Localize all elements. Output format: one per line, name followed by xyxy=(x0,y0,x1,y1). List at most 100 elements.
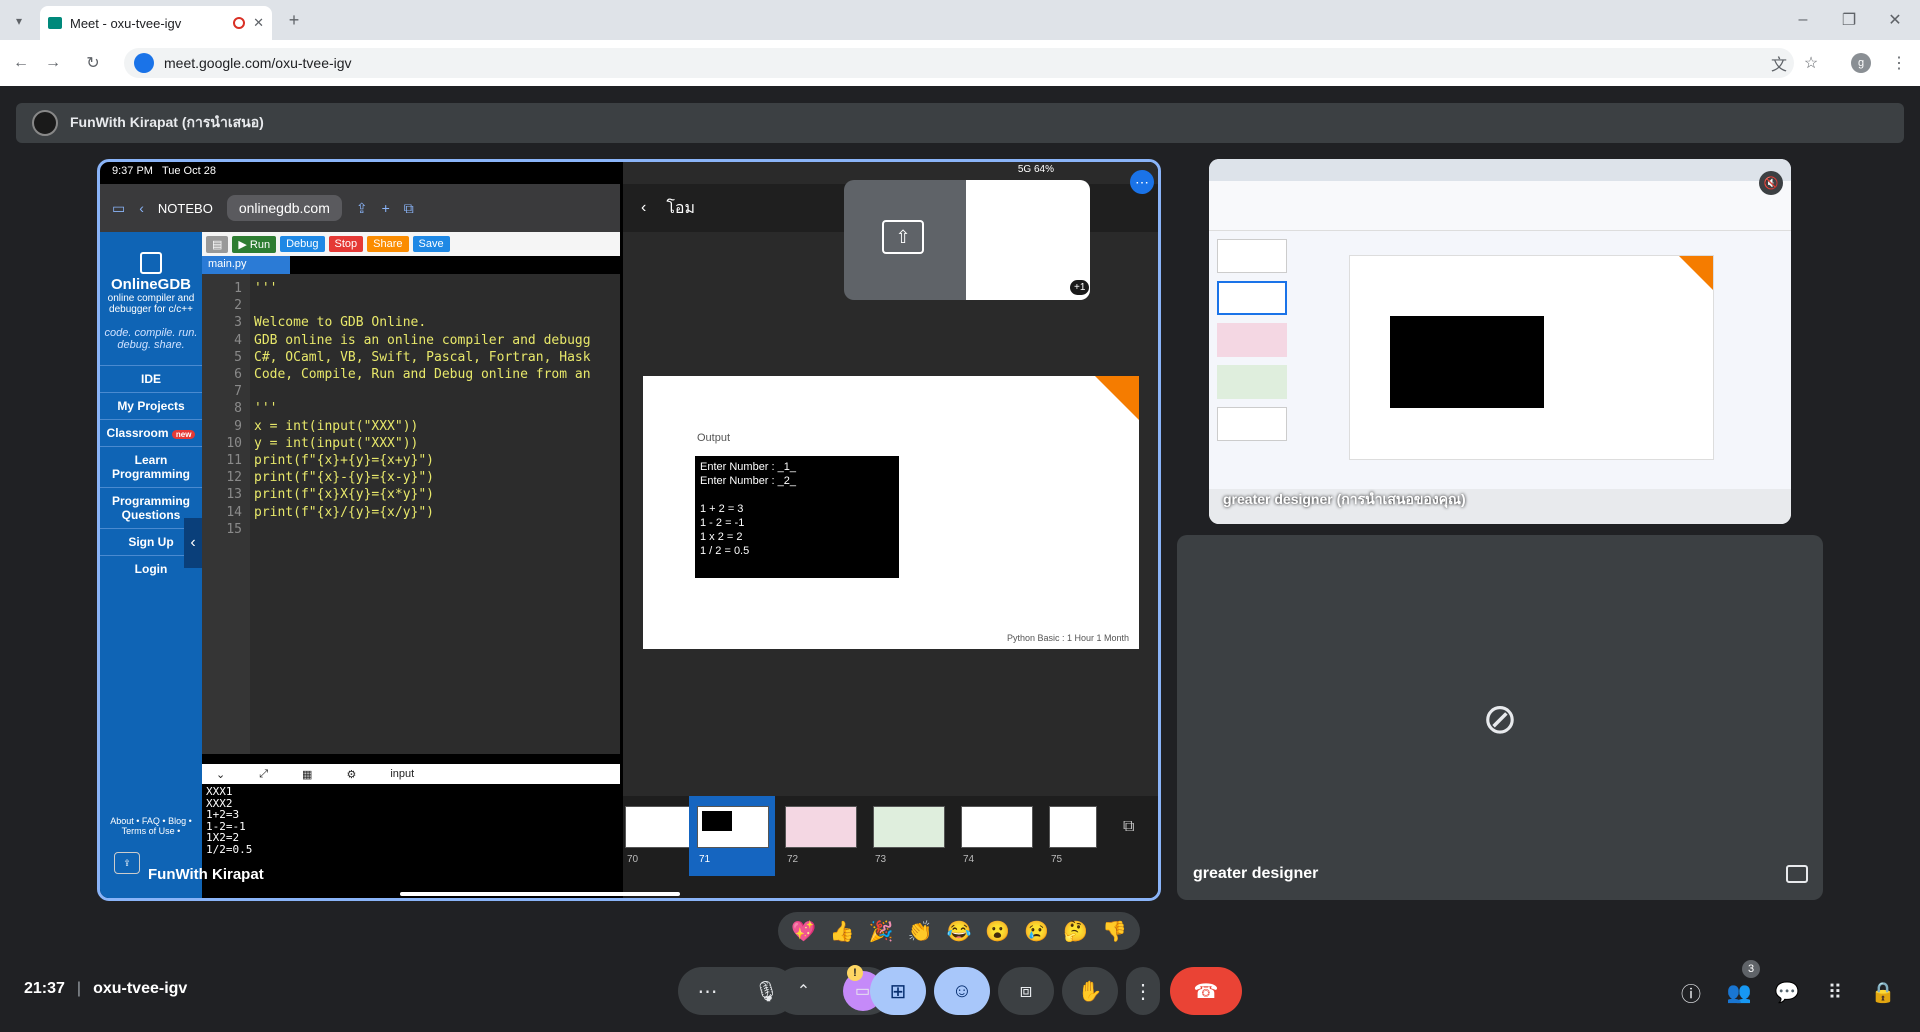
recording-indicator-icon xyxy=(233,17,246,29)
leave-call-button[interactable]: ☎ xyxy=(1170,967,1242,1015)
slide-thumbnail[interactable] xyxy=(785,806,857,848)
reaction-laugh-button[interactable]: 😂 xyxy=(946,919,971,944)
forward-icon[interactable]: → xyxy=(40,50,66,76)
slide-filmstrip: 70 71 72 73 74 75 ⧉ xyxy=(623,796,1158,898)
meeting-clock: 21:37 xyxy=(24,980,65,997)
screen-share-tile[interactable]: 🔇 greater designer (การนำเสนอของคุณ) xyxy=(1209,159,1791,524)
back-icon[interactable]: ← xyxy=(8,50,34,76)
new-tab-icon[interactable]: + xyxy=(382,200,390,216)
safari-tab-chip[interactable]: NOTEBO xyxy=(158,201,213,216)
gdb-nav-ide[interactable]: IDE xyxy=(100,365,202,392)
share-icon[interactable]: ⇪ xyxy=(356,200,368,217)
reaction-heart-button[interactable]: 💖 xyxy=(791,919,816,944)
slide-thumbnail[interactable] xyxy=(1049,806,1097,848)
meeting-details-icon[interactable]: ⓘ xyxy=(1675,978,1707,1006)
people-icon[interactable]: 👥 xyxy=(1723,978,1755,1006)
safari-url-pill[interactable]: onlinegdb.com xyxy=(226,195,342,221)
reaction-thinking-button[interactable]: 🤔 xyxy=(1063,919,1088,944)
activities-icon[interactable]: ⠿ xyxy=(1819,978,1851,1006)
slide-thumbnail[interactable] xyxy=(625,806,697,848)
slide-thumbnail[interactable] xyxy=(873,806,945,848)
shared-slides-toolbar xyxy=(1209,181,1791,231)
console-settings-icon[interactable]: ⚙ xyxy=(346,768,356,781)
gdb-footer-links[interactable]: About • FAQ • Blog • Terms of Use • xyxy=(100,816,202,836)
console-input-label[interactable]: input xyxy=(390,768,414,780)
reactions-button[interactable]: ☺ xyxy=(934,967,990,1015)
run-button[interactable]: ▶ Run xyxy=(232,235,277,253)
more-options-button[interactable]: ⋮ xyxy=(1126,967,1160,1015)
share-button[interactable]: Share xyxy=(367,236,409,252)
slide-thumbnail-selected[interactable] xyxy=(697,806,769,848)
reaction-surprised-button[interactable]: 😮 xyxy=(985,919,1010,944)
stop-button[interactable]: Stop xyxy=(328,236,364,252)
minimize-button[interactable]: – xyxy=(1780,0,1826,40)
participant-count-badge: 3 xyxy=(1742,960,1760,978)
site-info-icon[interactable] xyxy=(134,53,154,73)
reaction-party-button[interactable]: 🎉 xyxy=(869,919,894,944)
warning-badge-icon: ! xyxy=(847,965,863,981)
slide-thumbnail[interactable] xyxy=(961,806,1033,848)
presenter-name: FunWith Kirapat (การนำเสนอ) xyxy=(70,114,264,130)
browser-tab-meet[interactable]: Meet - oxu-tvee-igv ✕ xyxy=(40,6,272,40)
main-presentation-tile[interactable]: 9:37 PM Tue Oct 28 ▭ ‹ NOTEBO onlinegdb.… xyxy=(97,159,1161,901)
reaction-thumbs-up-button[interactable]: 👍 xyxy=(830,919,855,944)
sidebar-toggle-icon[interactable]: ▭ xyxy=(112,200,125,217)
debug-button[interactable]: Debug xyxy=(280,236,325,252)
tab-search-icon[interactable]: ▾ xyxy=(8,10,30,32)
gdb-brand: OnlineGDB xyxy=(110,276,191,293)
meet-favicon-icon xyxy=(48,17,62,29)
tile-more-options-icon[interactable]: ⋯ xyxy=(1130,170,1154,194)
file-tab-main-py[interactable]: main.py xyxy=(202,256,290,274)
translate-icon[interactable]: 文 xyxy=(1766,50,1792,76)
gdb-nav-classroom[interactable]: Classroom new xyxy=(100,419,202,446)
tile-options-icon[interactable] xyxy=(1786,865,1808,883)
slides-back-icon[interactable]: ‹ xyxy=(641,199,646,217)
restore-button[interactable]: ❐ xyxy=(1826,0,1872,40)
reaction-thumbs-down-button[interactable]: 👎 xyxy=(1102,919,1127,944)
audio-options-icon[interactable]: ⋯ xyxy=(678,979,737,1004)
code-editor[interactable]: 1 2 3 4 5 6 7 8 9 10 11 12 13 14 15 ''' … xyxy=(202,274,620,754)
safari-back-icon[interactable]: ‹ xyxy=(139,200,144,216)
more-participants-badge[interactable]: +1 xyxy=(1070,280,1090,295)
reaction-clap-button[interactable]: 👏 xyxy=(908,919,933,944)
present-screen-button[interactable]: ⊞ xyxy=(870,967,926,1015)
reaction-sad-button[interactable]: 😢 xyxy=(1024,919,1049,944)
gdb-sidebar: OnlineGDB online compiler and debugger f… xyxy=(100,232,202,898)
presenter-bar: FunWith Kirapat (การนำเสนอ) xyxy=(16,103,1904,143)
gdb-nav-my-projects[interactable]: My Projects xyxy=(100,392,202,419)
screen-share-overlay: ⇧ +1 xyxy=(844,180,1090,300)
raise-hand-button[interactable]: ✋ xyxy=(1062,967,1118,1015)
chat-icon[interactable]: 💬 xyxy=(1771,978,1803,1006)
console-output: XXX1 XXX2 1+2=3 1-2=-1 1X2=2 1/2=0.5 xyxy=(202,784,620,898)
video-options-icon[interactable]: ⌃ xyxy=(774,981,833,1001)
address-bar[interactable]: meet.google.com/oxu-tvee-igv xyxy=(124,48,1794,78)
camera-off-tile[interactable]: ⊘ greater designer xyxy=(1177,535,1823,900)
gdb-logo-icon xyxy=(140,252,162,274)
present-upload-icon[interactable]: ⇧ xyxy=(882,220,924,254)
new-file-icon[interactable]: ▤ xyxy=(206,235,229,253)
browser-menu-icon[interactable]: ⋮ xyxy=(1886,50,1912,76)
reload-icon[interactable]: ↻ xyxy=(80,50,106,76)
gdb-nav-learn-programming[interactable]: Learn Programming xyxy=(100,446,202,487)
close-tab-icon[interactable]: ✕ xyxy=(253,15,264,31)
camera-off-icon: ⊘ xyxy=(1482,694,1518,742)
reaction-bar: 💖 👍 🎉 👏 😂 😮 😢 🤔 👎 xyxy=(778,912,1140,950)
gdb-tagline: code. compile. run. debug. share. xyxy=(104,327,198,351)
add-slide-icon[interactable]: ⧉ xyxy=(1123,818,1134,836)
captions-button[interactable]: ⧈ xyxy=(998,967,1054,1015)
collapse-console-icon[interactable]: ⌄ xyxy=(216,768,225,781)
save-button[interactable]: Save xyxy=(412,236,450,252)
close-window-button[interactable]: ✕ xyxy=(1872,0,1918,40)
profile-avatar[interactable]: g xyxy=(1848,50,1874,76)
host-controls-icon[interactable]: 🔒 xyxy=(1867,978,1899,1006)
tabs-overview-icon[interactable]: ⧉ xyxy=(404,200,414,217)
bookmark-star-icon[interactable]: ☆ xyxy=(1798,50,1824,76)
hang-up-icon: ☎ xyxy=(1193,980,1219,1003)
copy-console-icon[interactable]: ▦ xyxy=(302,768,312,781)
meeting-info: 21:37 | oxu-tvee-igv xyxy=(24,980,187,998)
expand-console-icon[interactable]: ⤢ xyxy=(259,768,268,781)
new-tab-button[interactable]: + xyxy=(282,8,306,32)
collapse-sidebar-icon[interactable]: ‹ xyxy=(184,518,202,568)
current-slide[interactable]: Output Enter Number : _1_ Enter Number :… xyxy=(643,376,1139,649)
main-tile-name: FunWith Kirapat xyxy=(148,866,264,883)
